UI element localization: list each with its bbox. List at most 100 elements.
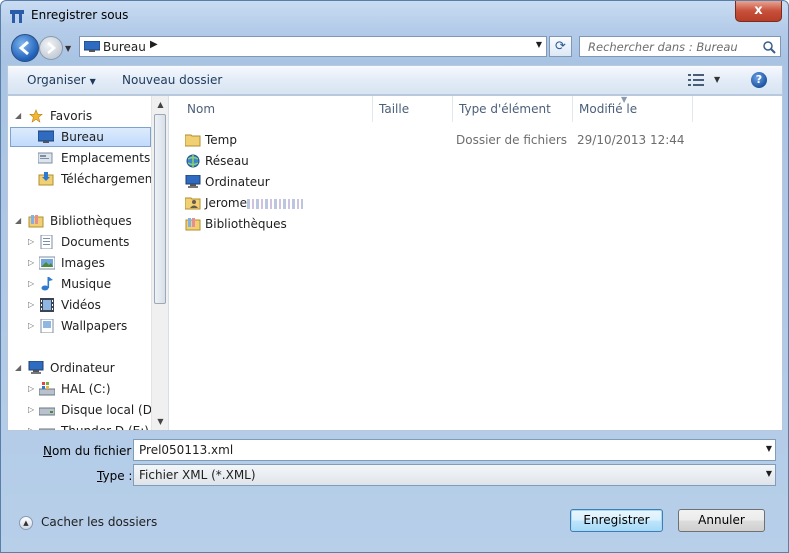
save-button[interactable]: Enregistrer	[570, 509, 663, 532]
collapse-triangle-icon[interactable]: ◢	[15, 358, 21, 378]
redacted-text	[247, 198, 304, 209]
file-row[interactable]: Bibliothèques	[181, 214, 701, 235]
documents-icon	[40, 235, 53, 249]
chevron-right-icon[interactable]: ▶	[150, 39, 158, 50]
sidebar-item-wallpapers[interactable]: ▷ Wallpapers	[10, 316, 150, 336]
images-icon	[39, 256, 55, 270]
column-header-size[interactable]: Taille	[373, 96, 453, 122]
sidebar-item-label: Bureau	[61, 130, 104, 144]
refresh-button[interactable]: ⟳	[549, 36, 572, 57]
user-folder-icon	[185, 197, 201, 210]
sidebar-item-drive-e[interactable]: ▷ Thunder D (E:)	[10, 421, 151, 430]
sidebar-item-label: Ordinateur	[50, 361, 115, 375]
forward-button[interactable]	[39, 36, 63, 60]
address-history-dropdown[interactable]: ▼	[536, 40, 542, 49]
help-icon[interactable]: ?	[751, 72, 767, 88]
sidebar-item-images[interactable]: ▷ Images	[10, 253, 150, 273]
file-name-text: Jerome	[205, 196, 248, 210]
save-as-dialog: Enregistrer sous x ▼ Bureau ▶ ▼ ⟳ Recher…	[0, 0, 789, 553]
sidebar-item-documents[interactable]: ▷ Documents	[10, 232, 150, 252]
collapse-triangle-icon[interactable]: ◢	[15, 211, 21, 231]
sidebar-item-label: Musique	[61, 277, 112, 291]
recent-pages-dropdown[interactable]: ▼	[65, 44, 71, 53]
expand-triangle-icon[interactable]: ▷	[28, 379, 34, 399]
file-row[interactable]: Ordinateur	[181, 172, 701, 193]
hide-folders-label: Cacher les dossiers	[41, 515, 158, 529]
filename-history-dropdown[interactable]: ▼	[766, 444, 772, 453]
search-icon[interactable]	[762, 40, 776, 54]
column-header-type[interactable]: Type d'élément	[453, 96, 573, 122]
scroll-down-button[interactable]: ▼	[152, 413, 169, 430]
filename-input[interactable]: Prel050113.xml ▼	[133, 439, 776, 461]
close-button[interactable]: x	[735, 1, 782, 22]
drive-icon	[39, 382, 55, 396]
star-icon	[29, 109, 43, 123]
sidebar-item-label: Thunder D (E:)	[61, 421, 149, 430]
network-icon	[186, 154, 200, 168]
file-row[interactable]: Réseau	[181, 151, 701, 172]
scrollbar-thumb[interactable]	[154, 114, 166, 304]
sidebar-item-libraries[interactable]: ◢ Bibliothèques	[10, 211, 150, 231]
filetype-select[interactable]: Fichier XML (*.XML) ▼	[133, 464, 776, 486]
title-bar[interactable]: Enregistrer sous x	[1, 1, 788, 31]
search-input[interactable]: Rechercher dans : Bureau	[579, 36, 781, 57]
address-bar[interactable]: Bureau ▶ ▼	[79, 36, 547, 57]
filename-label-text: om du fichier :	[51, 444, 140, 458]
new-folder-button[interactable]: Nouveau dossier	[122, 73, 222, 87]
organize-button[interactable]: Organiser ▼	[27, 73, 96, 87]
expand-triangle-icon[interactable]: ▷	[28, 295, 34, 315]
cancel-button[interactable]: Annuler	[678, 509, 765, 532]
column-label: Taille	[379, 102, 410, 116]
sidebar-item-videos[interactable]: ▷ Vidéos	[10, 295, 150, 315]
file-name: Jerome	[205, 193, 304, 214]
view-dropdown[interactable]: ▼	[714, 75, 720, 84]
sidebar-item-downloads[interactable]: Téléchargements	[10, 169, 151, 189]
expand-triangle-icon[interactable]: ▷	[28, 316, 34, 336]
expand-triangle-icon[interactable]: ▷	[28, 400, 34, 420]
view-options-icon[interactable]	[688, 74, 704, 86]
expand-triangle-icon[interactable]: ▷	[28, 232, 34, 252]
filetype-value: Fichier XML (*.XML)	[139, 468, 256, 482]
sidebar-item-bureau[interactable]: Bureau	[10, 127, 151, 147]
column-header-name[interactable]: Nom	[181, 96, 373, 122]
file-name: Bibliothèques	[205, 217, 287, 231]
column-label: Type d'élément	[459, 102, 551, 116]
sidebar-item-label: HAL (C:)	[61, 382, 111, 396]
column-header-modified[interactable]: ▼ Modifié le	[573, 95, 693, 122]
dropdown-arrow-icon: ▼	[89, 77, 96, 86]
content-area: ◢ Favoris Bureau Emplacements ré Télécha…	[7, 95, 783, 431]
sidebar-item-computer[interactable]: ◢ Ordinateur	[10, 358, 150, 378]
back-button[interactable]	[11, 34, 39, 62]
wallpapers-icon	[40, 319, 54, 333]
file-name: Ordinateur	[205, 175, 270, 189]
address-segment[interactable]: Bureau	[103, 40, 146, 54]
refresh-icon: ⟳	[555, 39, 566, 54]
sidebar-item-recent-places[interactable]: Emplacements ré	[10, 148, 151, 168]
libraries-icon	[28, 215, 44, 228]
sidebar-item-drive-c[interactable]: ▷ HAL (C:)	[10, 379, 150, 399]
sidebar-item-label: Téléchargements	[61, 172, 151, 186]
sidebar-item-drive-d[interactable]: ▷ Disque local (D:)	[10, 400, 151, 420]
scroll-up-button[interactable]: ▲	[152, 96, 169, 113]
chevron-down-icon[interactable]: ▼	[766, 469, 772, 478]
sidebar-item-favoris[interactable]: ◢ Favoris	[10, 106, 150, 126]
column-label: Modifié le	[579, 102, 638, 116]
file-list-pane: Nom Taille Type d'élément ▼ Modifié le Te…	[169, 95, 782, 430]
organize-label: Organiser	[27, 73, 86, 87]
expand-triangle-icon[interactable]: ▷	[28, 274, 34, 294]
navigation-scrollbar[interactable]: ▲ ▼	[151, 96, 169, 430]
sidebar-item-music[interactable]: ▷ Musique	[10, 274, 150, 294]
desktop-icon	[84, 41, 100, 52]
expand-triangle-icon[interactable]: ▷	[28, 421, 34, 430]
collapse-triangle-icon[interactable]: ◢	[15, 106, 21, 126]
file-type: Dossier de fichiers	[456, 133, 568, 147]
search-placeholder: Rechercher dans : Bureau	[588, 40, 738, 54]
sidebar-item-label: Disque local (D:)	[61, 403, 151, 417]
desktop-icon	[38, 130, 54, 143]
drive-icon	[39, 407, 55, 416]
expand-triangle-icon[interactable]: ▷	[28, 253, 34, 273]
file-row[interactable]: Jerome	[181, 193, 701, 214]
file-row[interactable]: Temp Dossier de fichiers 29/10/2013 12:4…	[181, 130, 701, 151]
computer-icon	[185, 175, 201, 188]
file-name: Réseau	[205, 154, 249, 168]
